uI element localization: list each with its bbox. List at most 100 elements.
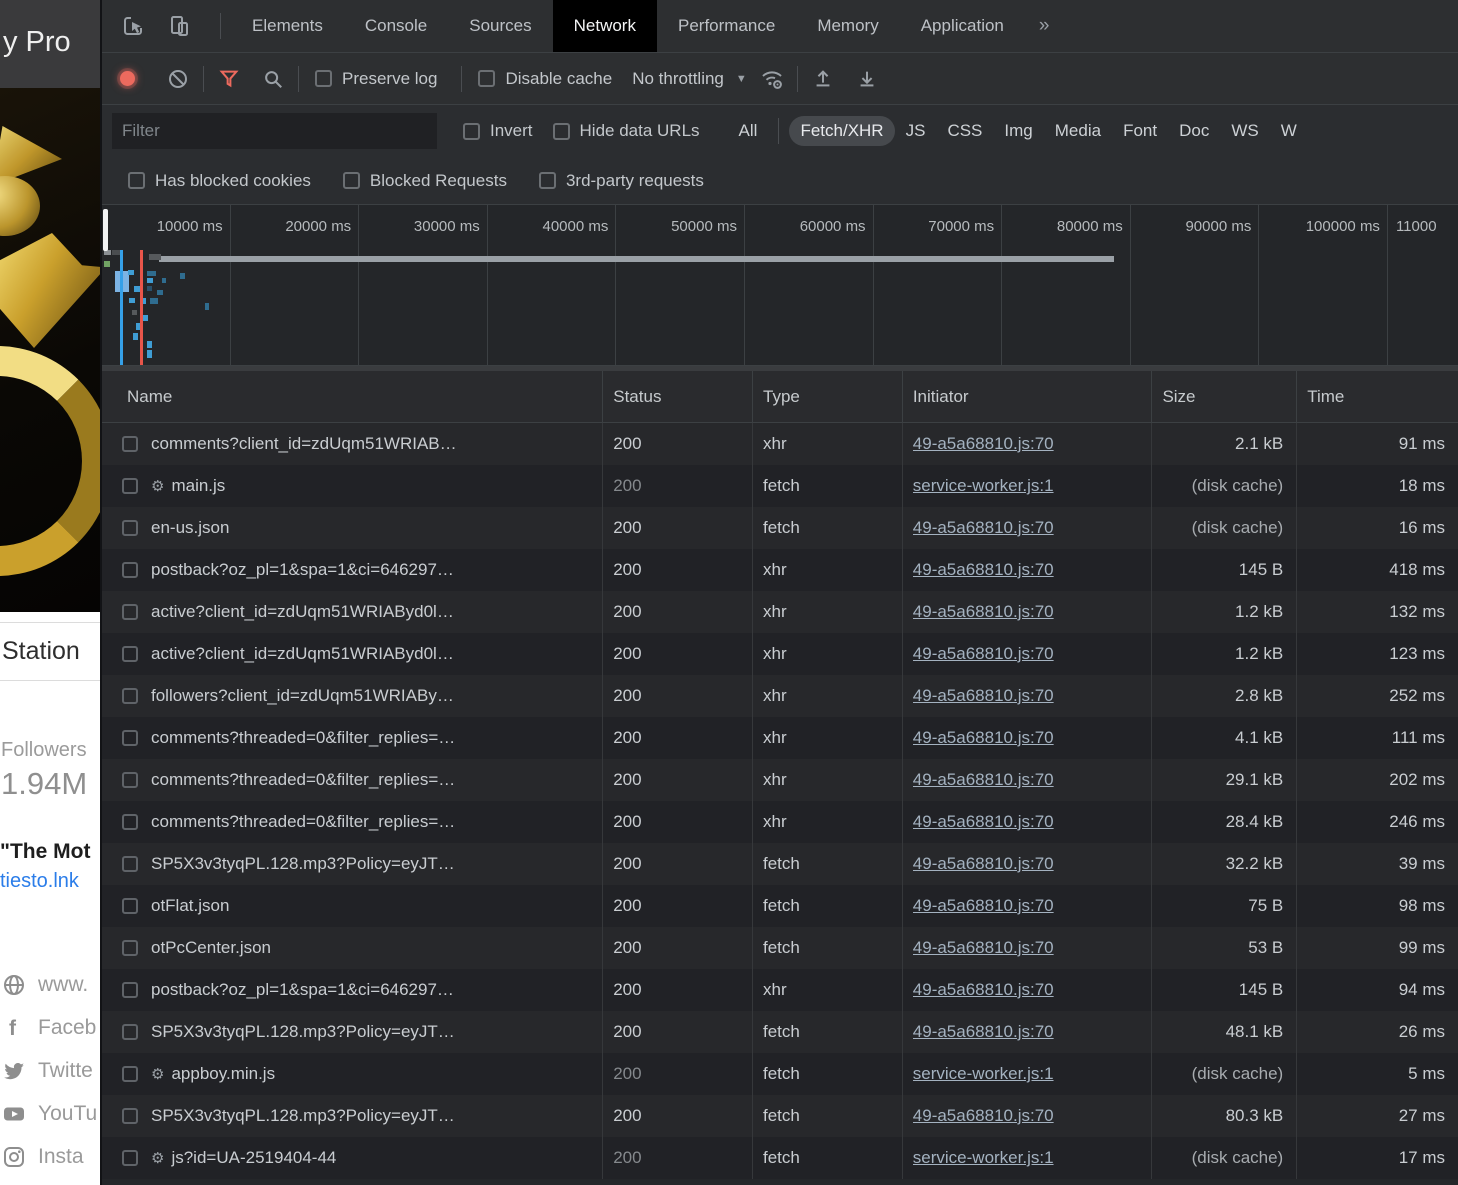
filter-input[interactable] [112,113,437,149]
initiator-link[interactable]: 49-a5a68810.js:70 [913,434,1054,454]
column-header-size[interactable]: Size [1152,371,1297,422]
network-overview[interactable]: 10000 ms20000 ms30000 ms40000 ms50000 ms… [102,205,1458,366]
station-tab[interactable]: Station [0,623,100,680]
cell-name[interactable]: active?client_id=zdUqm51WRIAByd0l… [102,633,603,675]
type-filter-media[interactable]: Media [1044,116,1112,146]
cell-name[interactable]: postback?oz_pl=1&spa=1&ci=646297… [102,549,603,591]
initiator-link[interactable]: 49-a5a68810.js:70 [913,518,1054,538]
row-checkbox[interactable] [122,982,138,998]
checkbox[interactable] [478,70,495,87]
type-filter-css[interactable]: CSS [936,116,993,146]
row-checkbox[interactable] [122,436,138,452]
clear-network-log-icon[interactable] [163,64,193,94]
record-network-log-icon[interactable] [120,71,135,86]
social-link-facebook[interactable]: fFaceb [0,1006,100,1049]
checkbox[interactable] [553,123,570,140]
social-link-twitter[interactable]: Twitte [0,1049,100,1092]
-rd-party-requests-checkbox[interactable]: 3rd-party requests [539,171,704,191]
table-row[interactable]: postback?oz_pl=1&spa=1&ci=646297…200xhr4… [102,549,1458,591]
table-row[interactable]: comments?threaded=0&filter_replies=…200x… [102,801,1458,843]
invert-checkbox[interactable]: Invert [463,121,533,141]
type-filter-font[interactable]: Font [1112,116,1168,146]
tab-elements[interactable]: Elements [231,0,344,52]
initiator-link[interactable]: 49-a5a68810.js:70 [913,728,1054,748]
filter-icon[interactable] [214,64,244,94]
initiator-link[interactable]: 49-a5a68810.js:70 [913,896,1054,916]
column-header-time[interactable]: Time [1297,371,1458,422]
table-row[interactable]: comments?client_id=zdUqm51WRIAB…200xhr49… [102,423,1458,465]
table-row[interactable]: active?client_id=zdUqm51WRIAByd0l…200xhr… [102,633,1458,675]
initiator-link[interactable]: 49-a5a68810.js:70 [913,770,1054,790]
device-toolbar-icon[interactable] [164,11,194,41]
initiator-link[interactable]: 49-a5a68810.js:70 [913,1106,1054,1126]
more-tabs-button[interactable]: » [1025,0,1064,52]
checkbox[interactable] [128,172,145,189]
table-row[interactable]: comments?threaded=0&filter_replies=…200x… [102,717,1458,759]
blocked-requests-checkbox[interactable]: Blocked Requests [343,171,507,191]
search-icon[interactable] [258,64,288,94]
type-filter-js[interactable]: JS [895,116,937,146]
initiator-link[interactable]: service-worker.js:1 [913,1064,1054,1084]
export-har-icon[interactable] [852,64,882,94]
cell-name[interactable]: comments?threaded=0&filter_replies=… [102,759,603,801]
network-conditions-icon[interactable] [757,64,787,94]
table-row[interactable]: followers?client_id=zdUqm51WRIABy…200xhr… [102,675,1458,717]
preserve-log-checkbox[interactable]: Preserve log [315,69,437,89]
cell-name[interactable]: followers?client_id=zdUqm51WRIABy… [102,675,603,717]
row-checkbox[interactable] [122,940,138,956]
row-checkbox[interactable] [122,478,138,494]
checkbox[interactable] [539,172,556,189]
initiator-link[interactable]: 49-a5a68810.js:70 [913,812,1054,832]
row-checkbox[interactable] [122,1066,138,1082]
initiator-link[interactable]: 49-a5a68810.js:70 [913,938,1054,958]
row-checkbox[interactable] [122,1150,138,1166]
initiator-link[interactable]: 49-a5a68810.js:70 [913,560,1054,580]
table-row[interactable]: otFlat.json200fetch49-a5a68810.js:7075 B… [102,885,1458,927]
initiator-link[interactable]: service-worker.js:1 [913,1148,1054,1168]
initiator-link[interactable]: 49-a5a68810.js:70 [913,686,1054,706]
row-checkbox[interactable] [122,646,138,662]
table-row[interactable]: SP5X3v3tyqPL.128.mp3?Policy=eyJT…200fetc… [102,1095,1458,1137]
initiator-link[interactable]: 49-a5a68810.js:70 [913,1022,1054,1042]
type-filter-doc[interactable]: Doc [1168,116,1220,146]
cell-name[interactable]: active?client_id=zdUqm51WRIAByd0l… [102,591,603,633]
cell-name[interactable]: ⚙main.js [102,465,603,507]
type-filter-ws[interactable]: WS [1220,116,1269,146]
row-checkbox[interactable] [122,898,138,914]
social-link-youtube[interactable]: YouTu [0,1092,100,1135]
tab-network[interactable]: Network [553,0,657,52]
throttling-select[interactable]: No throttling ▼ [632,69,747,89]
table-row[interactable]: ⚙appboy.min.js200fetchservice-worker.js:… [102,1053,1458,1095]
row-checkbox[interactable] [122,1024,138,1040]
initiator-link[interactable]: service-worker.js:1 [913,476,1054,496]
tab-application[interactable]: Application [900,0,1025,52]
cell-name[interactable]: otPcCenter.json [102,927,603,969]
table-row[interactable]: ⚙js?id=UA-2519404-44200fetchservice-work… [102,1137,1458,1179]
initiator-link[interactable]: 49-a5a68810.js:70 [913,854,1054,874]
row-checkbox[interactable] [122,520,138,536]
tab-performance[interactable]: Performance [657,0,796,52]
inspect-element-icon[interactable] [118,11,148,41]
cell-name[interactable]: ⚙appboy.min.js [102,1053,603,1095]
tab-console[interactable]: Console [344,0,448,52]
table-row[interactable]: otPcCenter.json200fetch49-a5a68810.js:70… [102,927,1458,969]
cell-name[interactable]: postback?oz_pl=1&spa=1&ci=646297… [102,969,603,1011]
row-checkbox[interactable] [122,688,138,704]
row-checkbox[interactable] [122,562,138,578]
tab-sources[interactable]: Sources [448,0,552,52]
type-filter-all[interactable]: All [728,116,769,146]
table-row[interactable]: active?client_id=zdUqm51WRIAByd0l…200xhr… [102,591,1458,633]
type-filter-img[interactable]: Img [993,116,1043,146]
hide-data-urls-checkbox[interactable]: Hide data URLs [553,121,700,141]
cell-name[interactable]: comments?threaded=0&filter_replies=… [102,801,603,843]
cell-name[interactable]: comments?threaded=0&filter_replies=… [102,717,603,759]
table-row[interactable]: SP5X3v3tyqPL.128.mp3?Policy=eyJT…200fetc… [102,1011,1458,1053]
tab-memory[interactable]: Memory [796,0,899,52]
column-header-status[interactable]: Status [603,371,753,422]
table-row[interactable]: ⚙main.js200fetchservice-worker.js:1(disk… [102,465,1458,507]
initiator-link[interactable]: 49-a5a68810.js:70 [913,644,1054,664]
column-header-type[interactable]: Type [753,371,903,422]
cell-name[interactable]: en-us.json [102,507,603,549]
has-blocked-cookies-checkbox[interactable]: Has blocked cookies [128,171,311,191]
row-checkbox[interactable] [122,856,138,872]
